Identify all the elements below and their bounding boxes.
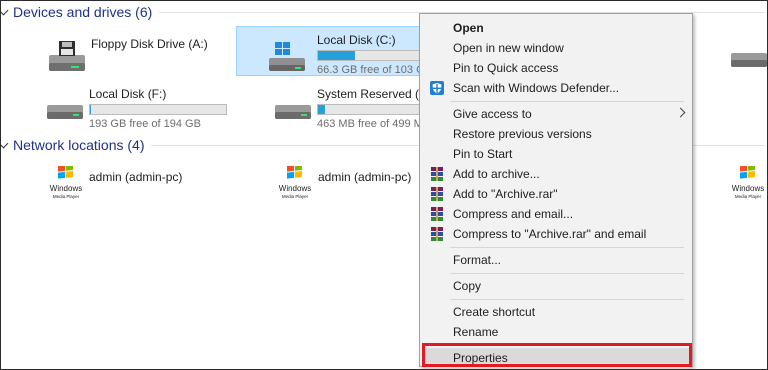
network-location-name: admin (admin-pc): [318, 170, 412, 184]
drive-usage-bar: [317, 50, 421, 61]
menu-item-label: Add to "Archive.rar": [453, 187, 558, 201]
drive-usage-fill: [90, 105, 92, 114]
floppy-drive-icon: [49, 41, 85, 71]
network-location-item[interactable]: Windows Media Player admin (admin-pc): [45, 166, 225, 202]
wmp-caption: Media Player: [282, 194, 309, 199]
network-section-title: Network locations (4): [13, 137, 145, 153]
menu-item-restore-versions[interactable]: Restore previous versions: [422, 124, 690, 144]
menu-item-scan-defender[interactable]: Scan with Windows Defender...: [422, 78, 690, 98]
wmp-caption: Media Player: [735, 194, 762, 199]
menu-item-properties[interactable]: Properties: [422, 343, 692, 368]
wmp-caption: Windows: [50, 184, 82, 193]
network-location-item[interactable]: Windows Media Player admin (admin-pc): [274, 166, 424, 202]
windows-media-player-icon: Windows Media Player: [279, 166, 311, 199]
wmp-caption: Media Player: [53, 194, 80, 199]
menu-item-label: Pin to Quick access: [453, 61, 559, 75]
menu-item-label: Open: [453, 21, 484, 35]
windows-system-drive-icon: [269, 42, 305, 71]
drive-name: Local Disk (F:): [89, 87, 167, 101]
hard-drive-icon: [47, 105, 83, 119]
menu-item-label: Compress and email...: [453, 207, 574, 221]
context-menu: Open Open in new window Pin to Quick acc…: [419, 13, 693, 368]
hard-drive-icon[interactable]: [727, 41, 768, 75]
menu-item-pin-quick-access[interactable]: Pin to Quick access: [422, 58, 690, 78]
menu-item-label: Open in new window: [453, 41, 564, 55]
menu-item-add-archive[interactable]: Add to archive...: [422, 164, 690, 184]
menu-item-label: Create shortcut: [453, 305, 536, 319]
devices-section-title: Devices and drives (6): [13, 4, 153, 20]
winrar-icon: [430, 227, 444, 241]
menu-item-open[interactable]: Open: [422, 18, 690, 38]
menu-separator: [450, 247, 684, 248]
drive-free-space: 463 MB free of 499 MB: [317, 118, 431, 130]
menu-item-open-new-window[interactable]: Open in new window: [422, 38, 690, 58]
winrar-icon: [430, 167, 444, 181]
chevron-down-icon[interactable]: [1, 138, 11, 152]
menu-item-pin-start[interactable]: Pin to Start: [422, 144, 690, 164]
menu-item-rename[interactable]: Rename: [422, 322, 690, 342]
menu-item-label: Give access to: [453, 107, 532, 121]
hard-drive-icon: [275, 105, 311, 119]
wmp-caption: Windows: [279, 184, 311, 193]
windows-media-player-icon[interactable]: Windows Media Player: [727, 166, 768, 202]
menu-item-format[interactable]: Format...: [422, 250, 690, 270]
drive-local-f[interactable]: Local Disk (F:) 193 GB free of 194 GB: [35, 81, 235, 130]
menu-item-label: Compress to "Archive.rar" and email: [453, 227, 647, 241]
winrar-icon: [430, 187, 444, 201]
menu-item-label: Copy: [453, 279, 482, 293]
network-location-name: admin (admin-pc): [89, 170, 183, 184]
menu-item-create-shortcut[interactable]: Create shortcut: [422, 302, 690, 322]
menu-separator: [450, 299, 684, 300]
drive-usage-fill: [318, 105, 326, 114]
drive-usage-bar: [89, 104, 227, 115]
drive-free-space: 193 GB free of 194 GB: [89, 118, 201, 130]
drive-floppy-a[interactable]: Floppy Disk Drive (A:): [37, 29, 237, 77]
menu-item-label: Scan with Windows Defender...: [453, 81, 620, 95]
menu-item-label: Rename: [453, 325, 499, 339]
submenu-arrow-icon: [675, 107, 686, 118]
menu-item-add-archive-rar[interactable]: Add to "Archive.rar": [422, 184, 690, 204]
windows-media-player-icon: Windows Media Player: [50, 166, 82, 199]
drive-name: System Reserved (G:): [317, 87, 436, 101]
menu-item-label: Format...: [453, 253, 502, 267]
menu-item-compress-email[interactable]: Compress and email...: [422, 204, 690, 224]
menu-item-give-access[interactable]: Give access to: [422, 104, 690, 124]
drive-usage-fill: [318, 51, 355, 60]
drive-name: Local Disk (C:): [317, 33, 396, 47]
drive-system-reserved-g[interactable]: System Reserved (G:) 463 MB free of 499 …: [263, 81, 436, 130]
menu-item-label: Add to archive...: [453, 167, 540, 181]
drive-usage-bar: [317, 104, 421, 115]
menu-item-label: Pin to Start: [453, 147, 513, 161]
explorer-window: Devices and drives (6) Floppy Disk Drive…: [0, 0, 768, 370]
drive-free-space: 66.3 GB free of 103 GB: [317, 64, 432, 76]
drive-local-c[interactable]: Local Disk (C:) 66.3 GB free of 103 GB: [236, 26, 432, 76]
menu-item-label: Restore previous versions: [453, 127, 592, 141]
menu-separator: [450, 273, 684, 274]
menu-item-compress-rar-email[interactable]: Compress to "Archive.rar" and email: [422, 224, 690, 244]
menu-item-copy[interactable]: Copy: [422, 276, 690, 296]
drive-name: Floppy Disk Drive (A:): [91, 37, 208, 51]
windows-defender-icon: [430, 81, 444, 95]
winrar-icon: [430, 207, 444, 221]
wmp-caption: Windows: [732, 184, 764, 193]
annotation-highlight-box: [422, 343, 692, 367]
menu-separator: [450, 101, 684, 102]
chevron-down-icon[interactable]: [1, 5, 11, 19]
